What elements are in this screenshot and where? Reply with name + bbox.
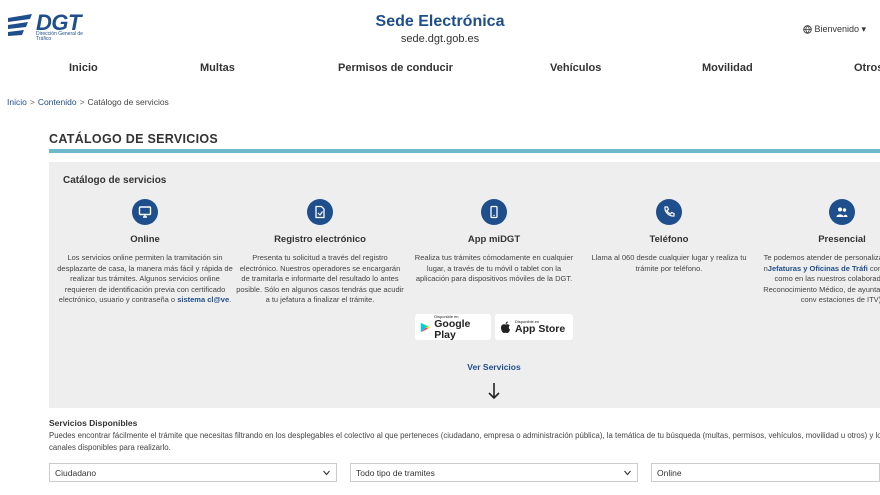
- monitor-icon: [132, 199, 158, 225]
- select-value: Todo tipo de tramites: [356, 468, 435, 478]
- main-nav: Inicio Multas Permisos de conducir Vehíc…: [0, 56, 880, 80]
- apple-icon: [501, 321, 510, 333]
- chevron-down-icon: [323, 470, 330, 476]
- nav-item-inicio[interactable]: Inicio: [69, 62, 98, 74]
- app-store-badge[interactable]: Disponible en App Store: [495, 314, 573, 340]
- available-services-title: Servicios Disponibles: [49, 418, 138, 428]
- service-description: Te podemos atender de personalizada tant…: [763, 253, 880, 305]
- service-registro[interactable]: Registro electrónico Presenta tu solicit…: [235, 199, 405, 306]
- nav-item-vehiculos[interactable]: Vehículos: [550, 62, 601, 74]
- service-description: Llama al 060 desde cualquier lugar y rea…: [591, 253, 747, 273]
- page-title: CATÁLOGO DE SERVICIOS: [49, 132, 219, 146]
- service-presencial[interactable]: Presencial Te podemos atender de persona…: [757, 199, 880, 306]
- sistema-clave-link[interactable]: sistema cl@ve: [177, 295, 229, 304]
- nav-item-otros[interactable]: Otros: [854, 62, 880, 74]
- service-name: Registro electrónico: [274, 234, 366, 245]
- breadcrumb-separator: >: [79, 97, 85, 107]
- document-icon: [307, 199, 333, 225]
- service-name: Online: [130, 234, 160, 245]
- mobile-app-icon: [481, 199, 507, 225]
- service-description: Los servicios online permiten la tramita…: [57, 253, 233, 305]
- catalog-title: Catálogo de servicios: [63, 175, 167, 186]
- arrow-down-icon[interactable]: [487, 382, 501, 400]
- service-app[interactable]: App miDGT Realiza tus trámites cómodamen…: [411, 199, 577, 285]
- site-title: Sede Electrónica: [375, 13, 505, 30]
- breadcrumb: Inicio > Contenido > Catálogo de servicios: [7, 97, 169, 107]
- service-name: App miDGT: [467, 234, 521, 245]
- chevron-down-icon: [624, 470, 631, 476]
- service-description: Realiza tus trámites cómodamente en cual…: [414, 253, 574, 284]
- nav-item-permisos[interactable]: Permisos de conducir: [338, 62, 453, 74]
- site-header: DGT Dirección General de Tráfico Sede El…: [0, 0, 880, 52]
- google-play-badge[interactable]: Disponible en Google Play: [415, 314, 491, 340]
- select-value: Ciudadano: [55, 468, 97, 478]
- service-description: Presenta tu solicitud a través del regis…: [236, 253, 404, 305]
- ver-servicios-link[interactable]: Ver Servicios: [49, 362, 880, 372]
- welcome-label: Bienvenido ▾: [814, 24, 866, 34]
- breadcrumb-inicio[interactable]: Inicio: [7, 97, 27, 107]
- jefaturas-link[interactable]: Jefaturas y Oficinas de Tráfi: [768, 264, 868, 273]
- nav-item-multas[interactable]: Multas: [200, 62, 235, 74]
- service-online[interactable]: Online Los servicios online permiten la …: [55, 199, 235, 306]
- service-name: Teléfono: [649, 234, 689, 245]
- breadcrumb-contenido[interactable]: Contenido: [38, 97, 77, 107]
- phone-icon: [656, 199, 682, 225]
- breadcrumb-current: Catálogo de servicios: [87, 97, 169, 107]
- breadcrumb-separator: >: [29, 97, 35, 107]
- canal-select[interactable]: Online: [651, 463, 880, 482]
- globe-icon: [803, 25, 813, 34]
- store-name: Google Play: [434, 317, 471, 341]
- service-telefono[interactable]: Teléfono Llama al 060 desde cualquier lu…: [586, 199, 752, 274]
- site-url: sede.dgt.gob.es: [400, 33, 480, 45]
- nav-item-movilidad[interactable]: Movilidad: [702, 62, 753, 74]
- title-accent-bar: [49, 149, 880, 153]
- available-services-text: Puedes encontrar fácilmente el trámite q…: [49, 431, 880, 452]
- catalog-panel: Catálogo de servicios Online Los servici…: [49, 162, 880, 408]
- service-name: Presencial: [818, 234, 866, 245]
- tipo-tramite-select[interactable]: Todo tipo de tramites: [350, 463, 638, 482]
- select-value: Online: [657, 468, 682, 478]
- colectivo-select[interactable]: Ciudadano: [49, 463, 337, 482]
- welcome-menu[interactable]: Bienvenido ▾: [803, 24, 866, 35]
- google-play-icon: [420, 322, 430, 332]
- people-icon: [829, 199, 855, 225]
- store-name: App Store: [515, 323, 566, 335]
